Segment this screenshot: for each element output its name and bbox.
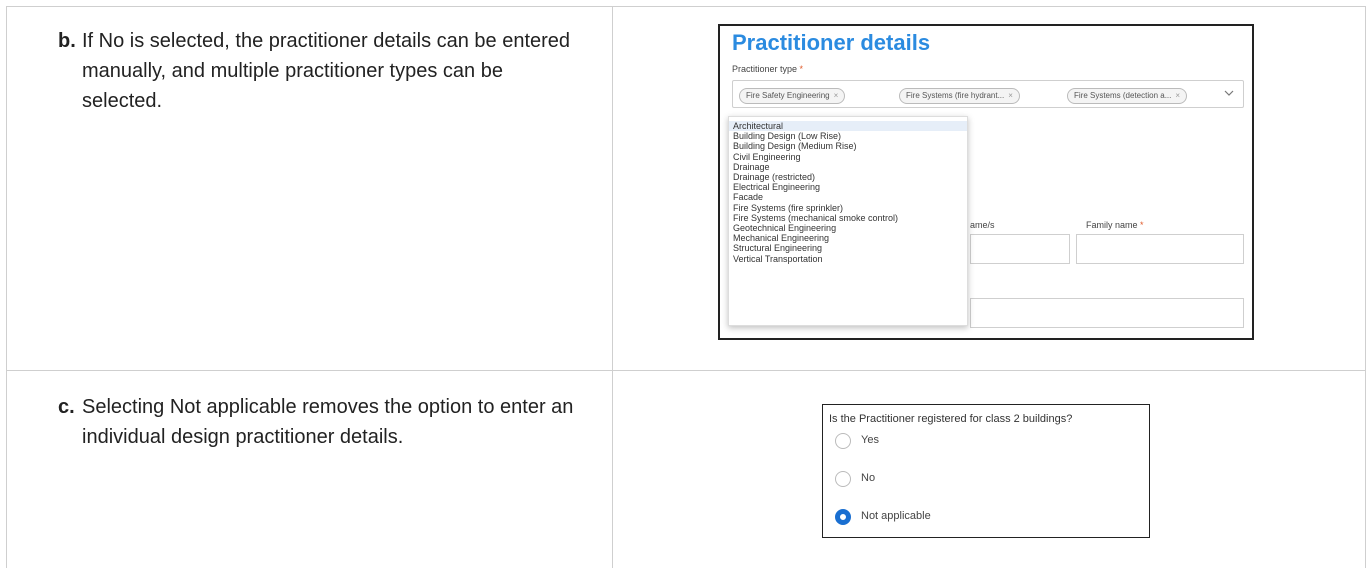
remove-tag-icon: × [1008, 91, 1013, 100]
given-names-label: ame/s [970, 220, 995, 230]
radio-button[interactable] [835, 471, 851, 487]
required-mark: * [799, 64, 804, 74]
step-c: c. Selecting Not applicable removes the … [58, 392, 582, 452]
radio-label: Not applicable [861, 510, 931, 522]
dropdown-option[interactable]: Fire Systems (fire sprinkler) [729, 203, 967, 213]
step-text: If No is selected, the practitioner deta… [82, 30, 571, 112]
dropdown-option[interactable]: Vertical Transportation [729, 254, 967, 264]
dropdown-option[interactable]: Civil Engineering [729, 152, 967, 162]
practitioner-type-dropdown: Architectural Building Design (Low Rise)… [728, 116, 968, 326]
dropdown-option[interactable]: Structural Engineering [729, 243, 967, 253]
dropdown-option[interactable]: Building Design (Medium Rise) [729, 141, 967, 151]
option-list: Architectural Building Design (Low Rise)… [729, 117, 967, 264]
registration-question-screenshot: Is the Practitioner registered for class… [822, 404, 1150, 538]
given-names-field[interactable] [970, 234, 1070, 264]
question-text: Is the Practitioner registered for class… [829, 413, 1073, 425]
radio-label: No [861, 472, 876, 484]
step-letter: b. [58, 30, 76, 52]
dropdown-option[interactable]: Fire Systems (mechanical smoke control) [729, 213, 967, 223]
instruction-table: b. If No is selected, the practitioner d… [0, 0, 1366, 568]
selected-tag[interactable]: Fire Systems (detection a... × [1067, 88, 1188, 104]
dropdown-option[interactable]: Geotechnical Engineering [729, 223, 967, 233]
radio-label: Yes [861, 434, 879, 446]
family-name-field[interactable] [1076, 234, 1244, 264]
family-name-label: Family name * [1086, 220, 1144, 230]
dropdown-option[interactable]: Facade [729, 192, 967, 202]
radio-button[interactable] [835, 433, 851, 449]
dropdown-option[interactable]: Drainage [729, 162, 967, 172]
selected-tag[interactable]: Fire Systems (fire hydrant... × [899, 88, 1020, 104]
dropdown-option[interactable]: Electrical Engineering [729, 182, 967, 192]
remove-tag-icon: × [833, 91, 839, 100]
text-field[interactable] [970, 298, 1244, 328]
step-text: Selecting Not applicable removes the opt… [82, 396, 574, 448]
dropdown-option[interactable]: Building Design (Low Rise) [729, 131, 967, 141]
step-letter: c. [58, 396, 75, 418]
selected-tag[interactable]: Fire Safety Engineering × [739, 88, 846, 104]
dropdown-option[interactable]: Architectural [729, 121, 967, 132]
chevron-down-icon[interactable] [1223, 87, 1235, 102]
table-column-divider [612, 6, 613, 568]
step-b: b. If No is selected, the practitioner d… [58, 26, 582, 116]
dropdown-option[interactable]: Mechanical Engineering [729, 233, 967, 243]
practitioner-type-label: Practitioner type * [732, 64, 804, 74]
table-row-divider [6, 370, 1366, 371]
panel-title: Practitioner details [732, 30, 931, 55]
practitioner-details-screenshot: Practitioner details Practitioner type *… [718, 24, 1254, 340]
dropdown-option[interactable]: Drainage (restricted) [729, 172, 967, 182]
practitioner-type-select[interactable]: Fire Safety Engineering × Fire Systems (f… [732, 80, 1244, 108]
remove-tag-icon: × [1175, 91, 1181, 100]
table-top-border [6, 6, 1366, 7]
radio-button-selected[interactable] [835, 509, 851, 525]
table-left-border [6, 6, 7, 568]
